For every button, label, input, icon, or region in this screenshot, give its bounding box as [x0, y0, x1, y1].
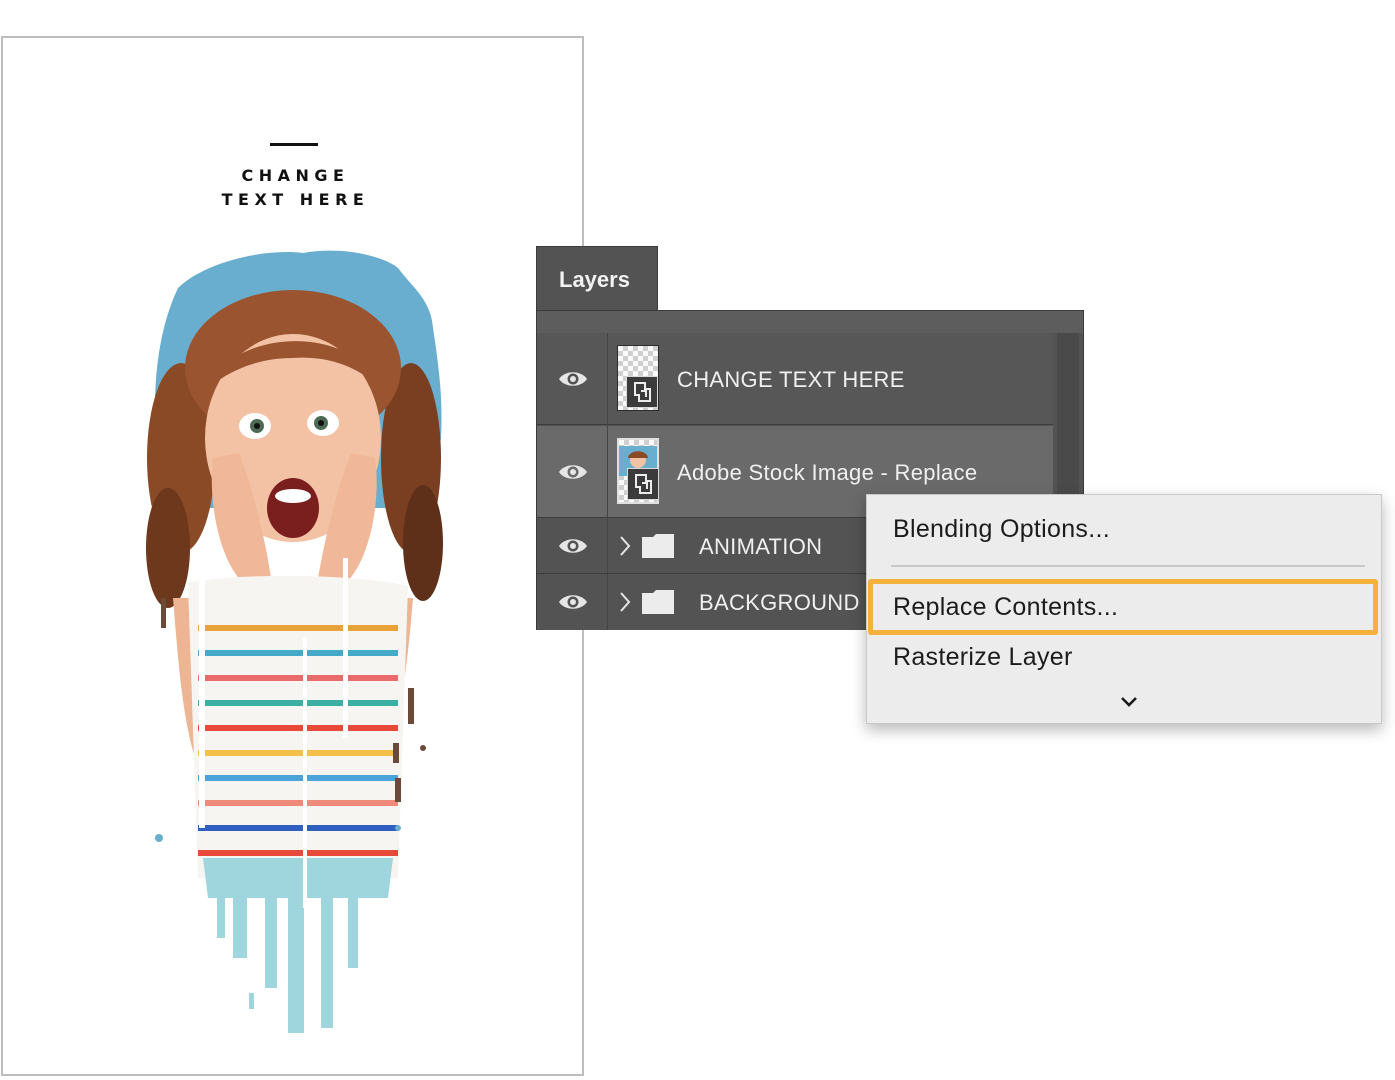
smart-object-icon: [627, 468, 659, 500]
smart-object-icon: [626, 376, 658, 408]
replace-contents-highlight: [868, 579, 1378, 635]
eye-icon[interactable]: [557, 461, 589, 483]
layer-name-animation: ANIMATION: [699, 534, 823, 559]
layer-name-adobe-stock-image: Adobe Stock Image - Replace: [677, 460, 978, 485]
layer-thumbnail-transparent: [617, 345, 659, 411]
tab-layers[interactable]: Layers: [536, 246, 658, 316]
chevron-right-icon[interactable]: [619, 591, 631, 613]
layer-thumbnail-photo: [617, 438, 659, 504]
layers-panel-header: [537, 311, 1083, 333]
visibility-column: [537, 574, 608, 630]
layer-row-change-text[interactable]: CHANGE TEXT HERE: [537, 333, 1053, 425]
artboard-canvas: CHANGE TEXT HERE: [1, 36, 584, 1076]
eye-icon[interactable]: [557, 591, 589, 613]
menu-item-blending-options[interactable]: Blending Options...: [893, 515, 1110, 544]
chevron-right-icon[interactable]: [619, 535, 631, 557]
chevron-down-icon[interactable]: [1119, 695, 1139, 709]
folder-icon: [642, 534, 674, 558]
visibility-column: [537, 333, 608, 424]
eye-icon[interactable]: [557, 535, 589, 557]
eye-icon[interactable]: [557, 368, 589, 390]
stock-photo-child: [146, 250, 443, 1033]
visibility-column: [537, 518, 608, 573]
layer-name-change-text: CHANGE TEXT HERE: [677, 367, 905, 392]
menu-item-rasterize-layer[interactable]: Rasterize Layer: [893, 643, 1073, 672]
layer-name-background: BACKGROUND: [699, 590, 860, 615]
menu-separator: [891, 565, 1365, 567]
tab-layers-label: Layers: [559, 267, 630, 292]
visibility-column: [537, 426, 608, 517]
folder-icon: [642, 590, 674, 614]
